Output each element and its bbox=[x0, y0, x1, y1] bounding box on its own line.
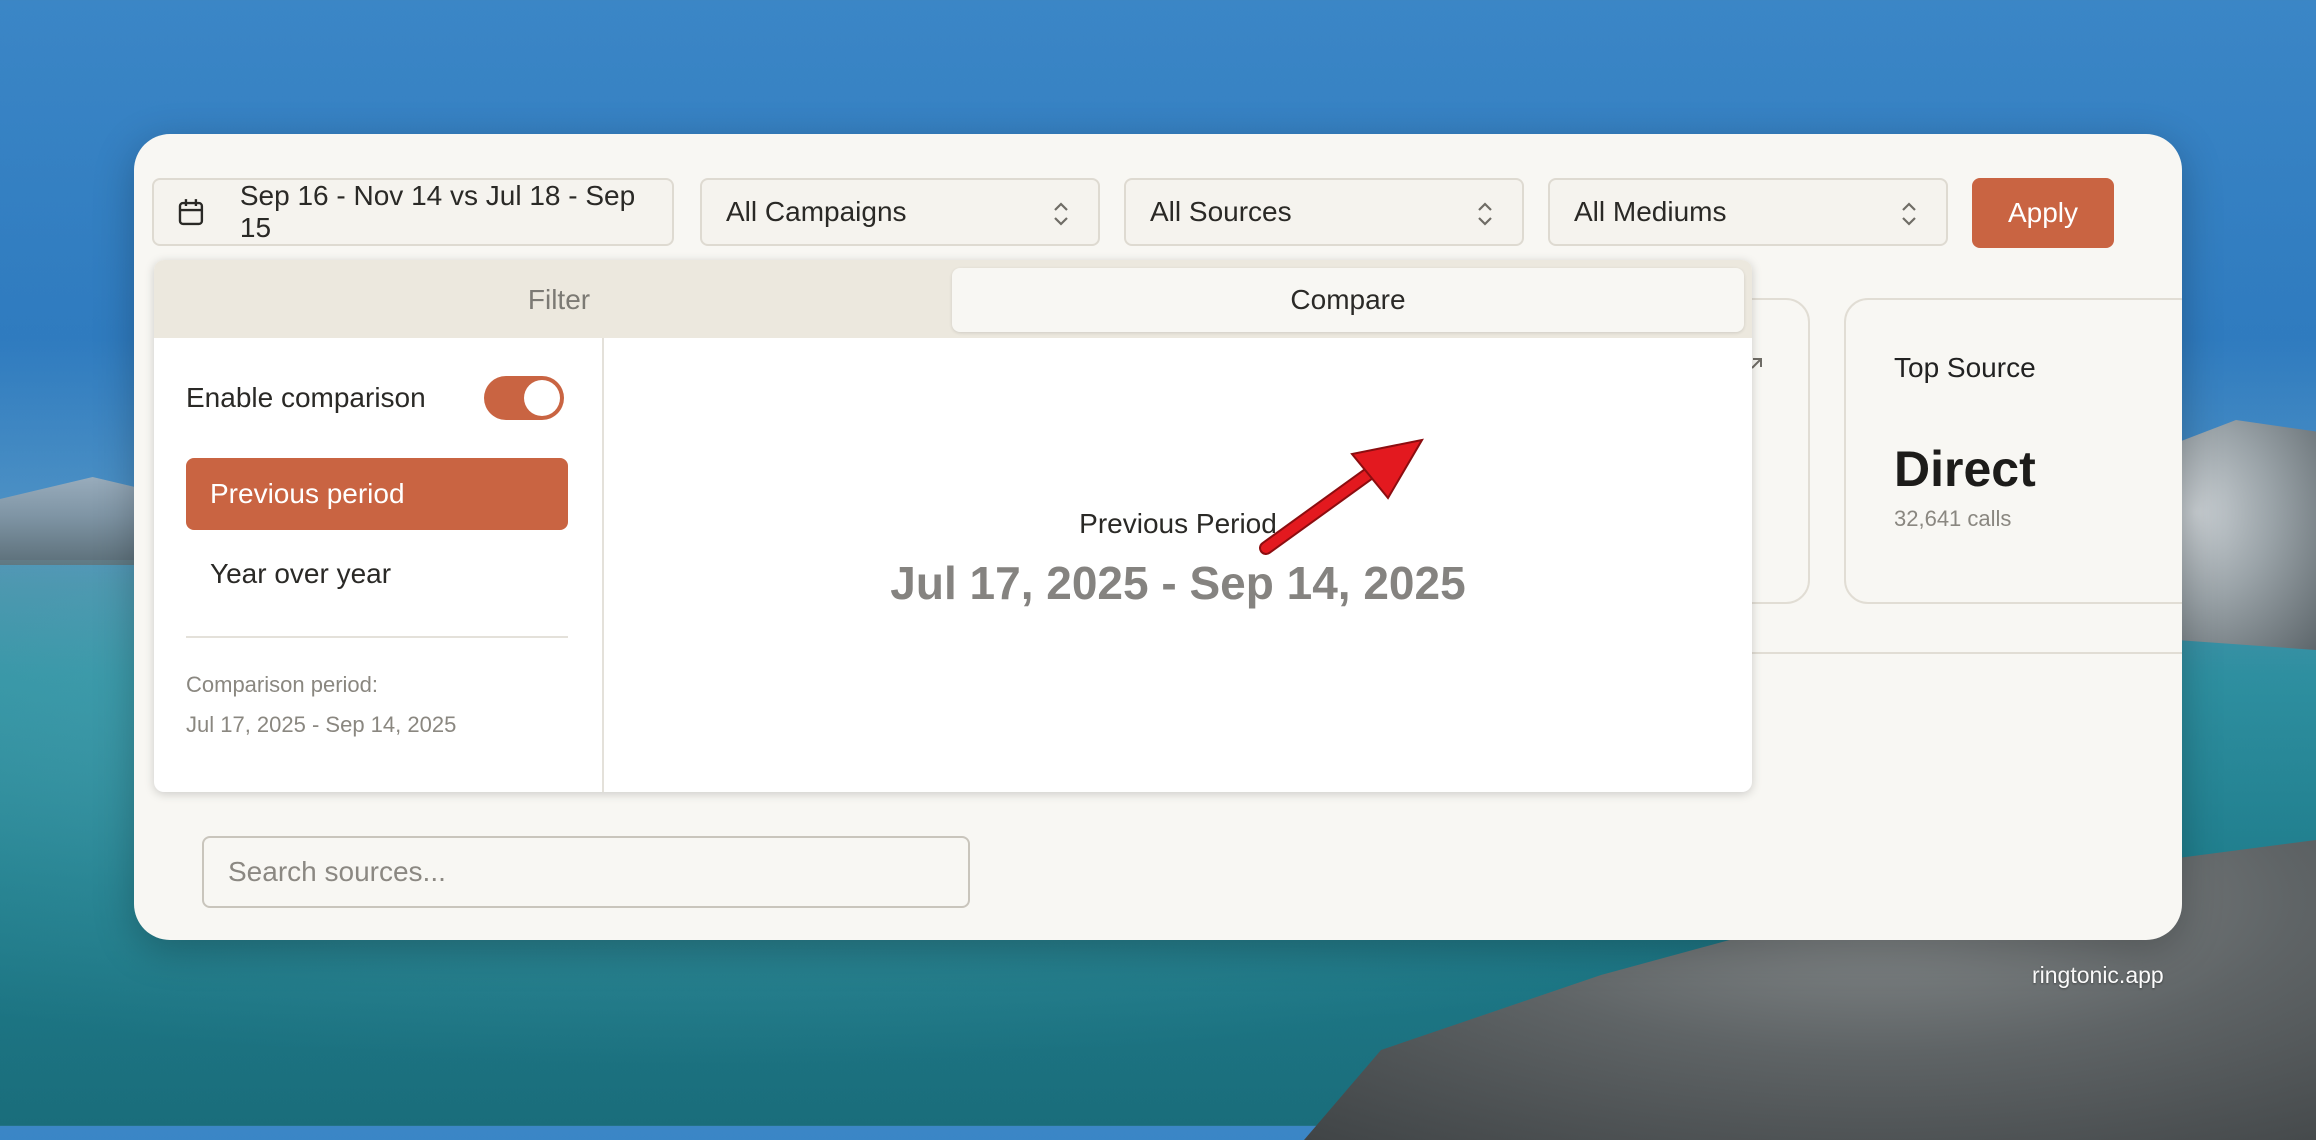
top-source-card: Top Source Direct 32,641 calls bbox=[1844, 298, 2182, 604]
tab-compare[interactable]: Compare bbox=[952, 268, 1744, 332]
option-previous-period[interactable]: Previous period bbox=[186, 458, 568, 530]
filter-compare-popover: Filter Compare Enable comparison Previou… bbox=[154, 260, 1752, 792]
red-arrow-icon bbox=[1259, 438, 1424, 555]
watermark: ringtonic.app bbox=[2032, 962, 2164, 988]
mediums-select[interactable]: All Mediums bbox=[1548, 178, 1948, 246]
chevron-up-down-icon bbox=[1054, 202, 1068, 226]
popover-tabs: Filter Compare bbox=[154, 260, 1752, 338]
campaigns-select[interactable]: All Campaigns bbox=[700, 178, 1100, 246]
enable-comparison-toggle[interactable] bbox=[484, 376, 564, 420]
apply-button[interactable]: Apply bbox=[1972, 178, 2114, 248]
chevron-up-down-icon bbox=[1478, 202, 1492, 226]
preview-period-label: Previous Period bbox=[1079, 508, 1277, 539]
chevron-up-down-icon bbox=[1902, 202, 1916, 226]
search-input[interactable] bbox=[202, 836, 970, 908]
option-year-over-year[interactable]: Year over year bbox=[186, 538, 568, 610]
app-window: Sep 16 - Nov 14 vs Jul 18 - Sep 15 All C… bbox=[134, 134, 2182, 940]
comparison-period-label: Comparison period: bbox=[186, 672, 378, 697]
date-range-label: Sep 16 - Nov 14 vs Jul 18 - Sep 15 bbox=[239, 180, 636, 243]
comparison-period-value: Jul 17, 2025 - Sep 14, 2025 bbox=[186, 712, 457, 737]
top-source-title: Top Source bbox=[1894, 352, 2036, 383]
options-divider bbox=[186, 636, 568, 638]
top-source-calls: 32,641 calls bbox=[1894, 506, 2012, 531]
mediums-select-value: All Mediums bbox=[1574, 196, 1727, 227]
compare-options-pane: Enable comparison Previous period Year o… bbox=[154, 338, 604, 792]
enable-comparison-label: Enable comparison bbox=[186, 382, 426, 413]
top-source-value: Direct bbox=[1894, 441, 2036, 497]
sources-select[interactable]: All Sources bbox=[1124, 178, 1524, 246]
toggle-knob bbox=[524, 380, 560, 416]
date-range-picker[interactable]: Sep 16 - Nov 14 vs Jul 18 - Sep 15 bbox=[152, 178, 674, 246]
section-divider bbox=[1734, 652, 2182, 654]
tab-filter[interactable]: Filter bbox=[162, 268, 956, 332]
campaigns-select-value: All Campaigns bbox=[726, 196, 907, 227]
calendar-icon bbox=[178, 199, 204, 226]
sources-select-value: All Sources bbox=[1150, 196, 1292, 227]
compare-preview-pane: Previous Period Jul 17, 2025 - Sep 14, 2… bbox=[604, 338, 1752, 792]
preview-period-range: Jul 17, 2025 - Sep 14, 2025 bbox=[890, 557, 1466, 609]
